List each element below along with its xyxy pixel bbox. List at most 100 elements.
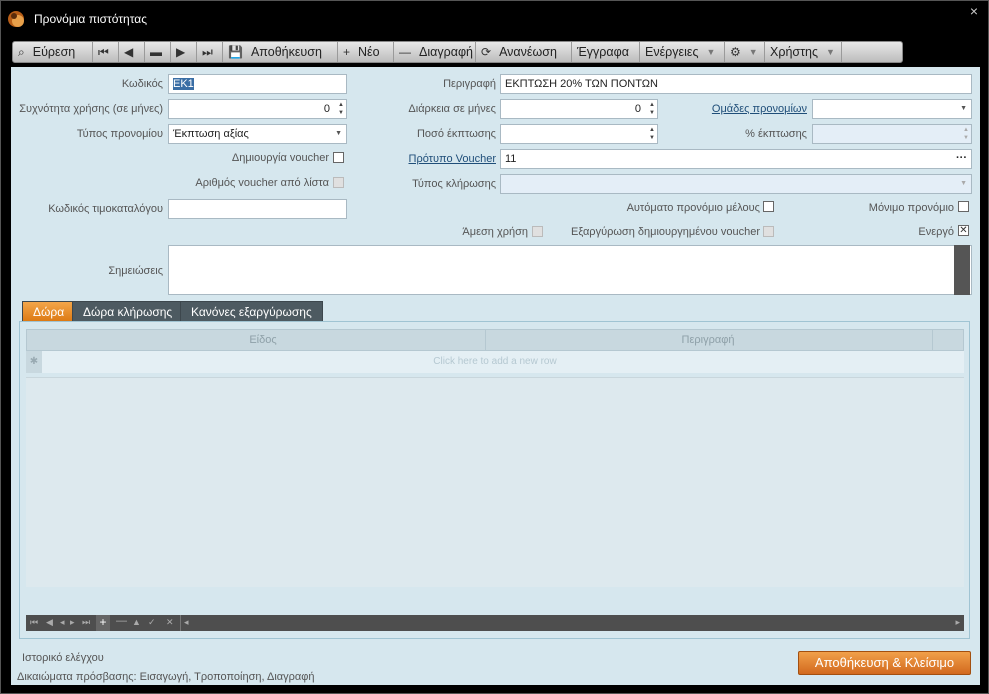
last-icon[interactable]: ⏭ — [82, 617, 90, 628]
new-button[interactable]: + Νέο — [338, 42, 394, 62]
column-header-description[interactable]: Περιγραφή — [486, 334, 930, 346]
permanent-checkbox[interactable] — [958, 201, 969, 212]
window-title: Προνόμια πιστότητας — [34, 12, 147, 26]
discount-amount-stepper[interactable]: ▲ ▼ — [500, 124, 658, 144]
spin-arrows-icon[interactable]: ▲ ▼ — [649, 126, 655, 142]
new-row-placeholder[interactable]: ✱ Click here to add a new row — [26, 351, 964, 373]
price-list-code-field[interactable] — [168, 199, 347, 219]
delete-button[interactable]: — Διαγραφή — [394, 42, 476, 62]
draw-type-label: Τύπος κλήρωσης — [412, 178, 496, 190]
form-area: Κωδικός ΕΚ1 Περιγραφή ΕΚΠΤΩΣΗ 20% ΤΩΝ ΠΟ… — [11, 67, 980, 685]
new-icon: + — [343, 45, 351, 59]
voucher-template-link[interactable]: Πρότυπο Voucher — [409, 153, 497, 165]
first-icon[interactable]: ⏮ — [30, 617, 38, 628]
create-voucher-checkbox[interactable] — [333, 152, 344, 163]
voucher-from-list-label: Αριθμός voucher από λίστα — [195, 177, 329, 189]
next-record-icon: ▶ — [176, 45, 186, 59]
chevron-down-icon: ▼ — [960, 105, 967, 112]
column-header-item[interactable]: Είδος — [43, 334, 483, 346]
chevron-down-icon: ▼ — [960, 180, 967, 187]
discount-percent-label: % έκπτωσης — [745, 128, 807, 140]
code-field[interactable]: ΕΚ1 — [168, 74, 347, 94]
frequency-label: Συχνότητα χρήσης (σε μήνες) — [19, 103, 163, 115]
benefit-type-select[interactable]: Έκπτωση αξίας ▼ — [168, 124, 347, 144]
discount-percent-stepper: ▲ ▼ — [812, 124, 972, 144]
description-field[interactable]: ΕΚΠΤΩΣΗ 20% ΤΩΝ ΠΟΝΤΩΝ — [500, 74, 972, 94]
accept-icon[interactable]: ✓ — [148, 617, 156, 628]
chevron-down-icon: ▼ — [748, 47, 758, 57]
actions-button[interactable]: Ενέργειες ▼ — [640, 42, 725, 62]
chevron-down-icon: ▼ — [826, 47, 835, 57]
auto-member-label: Αυτόματο προνόμιο μέλους — [626, 202, 760, 214]
title-bar: Προνόμια πιστότητας × — [1, 1, 989, 37]
audit-history-label[interactable]: Ιστορικό ελέγχου — [22, 652, 104, 664]
spin-arrows-icon[interactable]: ▲ ▼ — [338, 101, 344, 117]
new-button-label: Νέο — [358, 45, 380, 59]
user-button[interactable]: Χρήστης ▼ — [765, 42, 842, 62]
cancel-icon[interactable]: ✕ — [166, 617, 174, 628]
save-button-label: Αποθήκευση — [250, 45, 322, 59]
notes-textarea[interactable] — [168, 245, 972, 295]
duration-label: Διάρκεια σε μήνες — [408, 103, 496, 115]
benefit-type-label: Τύπος προνομίου — [76, 128, 163, 140]
tab-panel: Είδος Περιγραφή ✱ Click here to add a ne… — [19, 321, 970, 639]
voucher-template-field[interactable]: 11 ··· — [500, 149, 972, 169]
last-record-icon: ⏭ — [202, 44, 213, 59]
auto-member-checkbox[interactable] — [763, 201, 774, 212]
settings-icon: ⚙ — [730, 45, 741, 59]
settings-button[interactable]: ⚙ ▼ — [725, 42, 765, 62]
spin-arrows-icon[interactable]: ▲ ▼ — [649, 101, 655, 117]
search-button-label: Εύρεση — [32, 45, 76, 59]
spin-arrows-icon: ▲ ▼ — [963, 127, 969, 141]
tab-gifts[interactable]: Δώρα — [22, 301, 76, 321]
refresh-icon: ⟳ — [481, 45, 492, 59]
save-button[interactable]: 💾 Αποθήκευση — [223, 42, 338, 62]
duration-stepper[interactable]: 0 ▲ ▼ — [500, 99, 658, 119]
search-icon: ⌕ — [18, 44, 25, 59]
add-row-icon[interactable]: + — [96, 615, 110, 631]
list-button: ▬ — [145, 42, 171, 62]
benefit-groups-link[interactable]: Ομάδες προνομίων — [712, 103, 807, 115]
create-voucher-label: Δημιουργία voucher — [231, 152, 329, 164]
immediate-use-checkbox — [532, 226, 543, 237]
access-rights-label: Δικαιώματα πρόσβασης: Εισαγωγή, Τροποποί… — [17, 671, 315, 683]
refresh-button[interactable]: ⟳ Ανανέωση — [476, 42, 572, 62]
scroll-left-icon[interactable]: ◂ — [184, 617, 189, 628]
remove-row-icon[interactable]: — — [116, 615, 127, 627]
next-icon[interactable]: ▸ — [70, 617, 75, 628]
first-record-button: ⏮ — [93, 42, 119, 62]
search-button[interactable]: ⌕ Εύρεση — [13, 42, 93, 62]
next-record-button: ▶ — [171, 42, 197, 62]
previous-record-icon: ◀ — [124, 45, 134, 59]
grid-body — [26, 377, 964, 587]
first-record-icon: ⏮ — [98, 44, 109, 59]
refresh-button-label: Ανανέωση — [499, 45, 557, 59]
immediate-use-label: Άμεση χρήση — [462, 226, 528, 238]
prev-page-icon[interactable]: ◀ — [46, 617, 53, 628]
frequency-stepper[interactable]: 0 ▲ ▼ — [168, 99, 347, 119]
documents-button[interactable]: Έγγραφα — [572, 42, 640, 62]
notes-scrollbar[interactable] — [954, 245, 970, 295]
redeem-voucher-label: Εξαργύρωση δημιουργημένου voucher — [570, 226, 760, 238]
tab-redemption-rules[interactable]: Κανόνες εξαργύρωσης — [180, 301, 323, 321]
ellipsis-icon[interactable]: ··· — [956, 152, 967, 164]
prev-icon[interactable]: ◂ — [60, 617, 65, 628]
close-icon[interactable]: × — [970, 3, 978, 19]
list-icon: ▬ — [150, 45, 162, 59]
window: Προνόμια πιστότητας × ⌕ Εύρεση ⏮ ◀ ▬ ▶ ⏭ 💾 Αποθή… — [0, 0, 989, 694]
scroll-right-icon[interactable]: ▸ — [955, 617, 960, 628]
move-up-icon[interactable]: ▲ — [132, 617, 141, 627]
save-and-close-button[interactable]: Αποθήκευση & Κλείσιμο — [798, 651, 971, 675]
active-checkbox[interactable]: ✕ — [958, 225, 969, 236]
chevron-down-icon: ▼ — [706, 47, 716, 57]
price-list-code-label: Κωδικός τιμοκαταλόγου — [48, 203, 163, 215]
tab-draw-gifts[interactable]: Δώρα κλήρωσης — [72, 301, 184, 321]
permanent-label: Μόνιμο προνόμιο — [868, 202, 954, 214]
delete-icon: — — [399, 45, 411, 59]
code-label: Κωδικός — [121, 78, 163, 90]
app-logo-icon — [8, 11, 24, 27]
grid-navigator: ⏮ ◀ ◂ ▸ ⏭ + — ▲ ✓ ✕ ◂ ▸ — [26, 615, 964, 631]
draw-type-select: ▼ — [500, 174, 972, 194]
actions-button-label: Ενέργειες — [645, 45, 699, 59]
benefit-groups-select[interactable]: ▼ — [812, 99, 972, 119]
